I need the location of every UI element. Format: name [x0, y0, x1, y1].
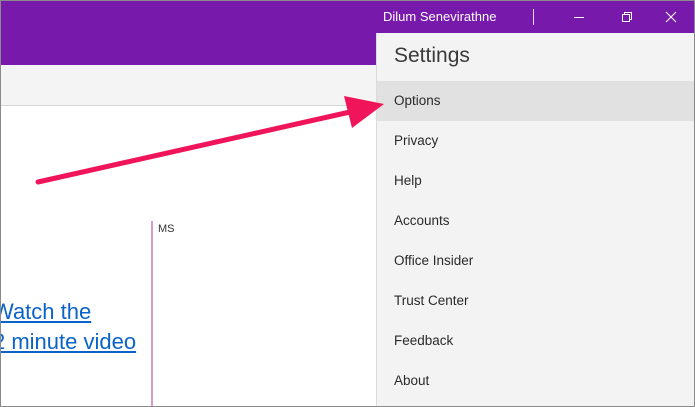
video-link-line-2: 2 minute video	[0, 329, 137, 354]
minimize-icon	[574, 17, 584, 18]
onenote-window: Dilum Senevirathne MS Watch the 2 minute…	[0, 0, 695, 407]
column-label: MS	[158, 223, 175, 235]
close-icon	[665, 11, 677, 23]
title-bar: Dilum Senevirathne	[1, 1, 694, 33]
settings-menu: Options Privacy Help Accounts Office Ins…	[377, 81, 694, 401]
watch-video-link[interactable]: Watch the 2 minute video	[0, 297, 137, 357]
user-name[interactable]: Dilum Senevirathne	[383, 9, 496, 24]
settings-item-privacy[interactable]: Privacy	[377, 121, 694, 161]
title-separator	[533, 9, 534, 25]
settings-item-trust-center[interactable]: Trust Center	[377, 281, 694, 321]
settings-item-about[interactable]: About	[377, 361, 694, 401]
settings-title: Settings	[394, 44, 470, 67]
minimize-button[interactable]	[556, 1, 602, 33]
toolbar-area	[1, 65, 376, 106]
settings-item-accounts[interactable]: Accounts	[377, 201, 694, 241]
column-divider	[151, 221, 153, 406]
ribbon-bar	[1, 33, 376, 65]
settings-item-help[interactable]: Help	[377, 161, 694, 201]
close-button[interactable]	[648, 1, 694, 33]
settings-item-feedback[interactable]: Feedback	[377, 321, 694, 361]
settings-item-options[interactable]: Options	[377, 81, 694, 121]
restore-button[interactable]	[604, 1, 650, 33]
settings-item-office-insider[interactable]: Office Insider	[377, 241, 694, 281]
settings-panel: Settings Options Privacy Help Accounts O…	[376, 33, 694, 406]
restore-icon	[622, 12, 632, 22]
video-link-line-1: Watch the	[0, 299, 92, 324]
